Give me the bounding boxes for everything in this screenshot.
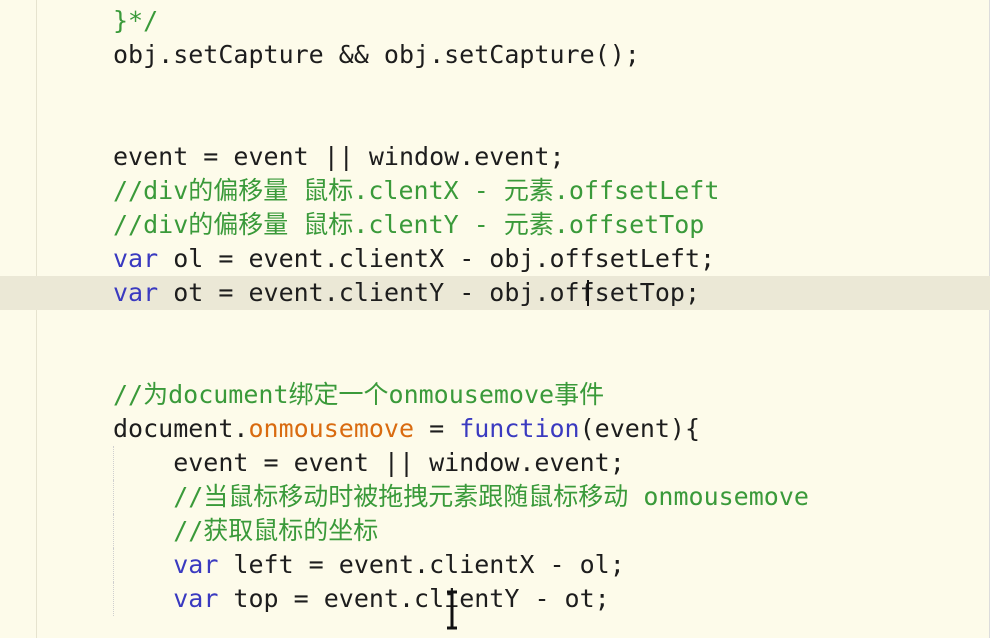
code-token: //为document绑定一个onmousemove事件 bbox=[113, 380, 605, 409]
code-line[interactable] bbox=[0, 106, 990, 140]
code-text: }*/ bbox=[113, 4, 158, 38]
code-token: left = event.clientX - ol; bbox=[218, 550, 625, 579]
code-line[interactable]: //为document绑定一个onmousemove事件 bbox=[0, 378, 990, 412]
code-token: document. bbox=[113, 414, 249, 443]
code-text: //div的偏移量 鼠标.clentX - 元素.offsetLeft bbox=[113, 174, 719, 208]
code-token: function bbox=[459, 414, 580, 443]
code-token: event = event || window.event; bbox=[113, 448, 625, 477]
code-token: onmousemove bbox=[248, 414, 415, 443]
code-token: var bbox=[173, 550, 219, 579]
code-line[interactable]: event = event || window.event; bbox=[0, 140, 990, 174]
text-caret bbox=[587, 280, 589, 306]
code-line[interactable] bbox=[0, 310, 990, 344]
code-text: var ol = event.clientX - obj.offsetLeft; bbox=[113, 242, 715, 276]
code-text: var left = event.clientX - ol; bbox=[113, 548, 625, 582]
code-text: event = event || window.event; bbox=[113, 140, 565, 174]
code-text: //获取鼠标的坐标 bbox=[113, 514, 378, 548]
code-text: var top = event.clientY - ot; bbox=[113, 582, 610, 616]
code-token: var bbox=[113, 278, 159, 307]
code-line[interactable]: //获取鼠标的坐标 bbox=[0, 514, 990, 548]
code-token: event = event || window.event; bbox=[113, 142, 565, 171]
code-line[interactable]: //div的偏移量 鼠标.clentY - 元素.offsetTop bbox=[0, 208, 990, 242]
code-token: }*/ bbox=[113, 6, 159, 35]
code-line[interactable]: }*/ bbox=[0, 4, 990, 38]
code-line[interactable]: var ot = event.clientY - obj.offsetTop; bbox=[0, 276, 990, 310]
code-text: var ot = event.clientY - obj.offsetTop; bbox=[113, 276, 700, 310]
code-token: ol = bbox=[158, 244, 249, 273]
ibeam-cursor-icon bbox=[447, 590, 457, 630]
code-token: //div的偏移量 鼠标.clentY - 元素.offsetTop bbox=[113, 210, 705, 239]
code-token: //获取鼠标的坐标 bbox=[113, 516, 379, 545]
code-token: //div的偏移量 鼠标.clentX - 元素.offsetLeft bbox=[113, 176, 720, 205]
code-token: .clientY - obj.offsetTop; bbox=[323, 278, 701, 307]
code-token: event bbox=[248, 244, 324, 273]
code-token: ot = bbox=[158, 278, 249, 307]
code-token: //当鼠标移动时被拖拽元素跟随鼠标移动 onmousemove bbox=[113, 482, 809, 511]
code-token: obj.setCapture && obj.setCapture(); bbox=[113, 40, 640, 69]
code-line[interactable]: document.onmousemove = function(event){ bbox=[0, 412, 990, 446]
code-editor[interactable]: }*/ obj.setCapture && obj.setCapture(); ev… bbox=[0, 0, 990, 638]
code-token: var bbox=[113, 244, 159, 273]
code-line[interactable]: var ol = event.clientX - obj.offsetLeft; bbox=[0, 242, 990, 276]
code-token: var bbox=[173, 584, 219, 613]
code-line[interactable]: //当鼠标移动时被拖拽元素跟随鼠标移动 onmousemove bbox=[0, 480, 990, 514]
code-text: document.onmousemove = function(event){ bbox=[113, 412, 700, 446]
code-line[interactable]: obj.setCapture && obj.setCapture(); bbox=[0, 38, 990, 72]
code-line[interactable]: //div的偏移量 鼠标.clentX - 元素.offsetLeft bbox=[0, 174, 990, 208]
code-token: event bbox=[248, 278, 324, 307]
code-line[interactable]: var left = event.clientX - ol; bbox=[0, 548, 990, 582]
code-text: //为document绑定一个onmousemove事件 bbox=[113, 378, 604, 412]
code-token: = bbox=[414, 414, 460, 443]
code-line[interactable]: var top = event.clientY - ot; bbox=[0, 582, 990, 616]
code-line[interactable]: event = event || window.event; bbox=[0, 446, 990, 480]
code-text: //div的偏移量 鼠标.clentY - 元素.offsetTop bbox=[113, 208, 704, 242]
code-token: .clientX - obj.offsetLeft; bbox=[323, 244, 716, 273]
code-line[interactable] bbox=[0, 344, 990, 378]
code-text: event = event || window.event; bbox=[113, 446, 625, 480]
code-token: top = event.clientY - ot; bbox=[218, 584, 610, 613]
code-text: //当鼠标移动时被拖拽元素跟随鼠标移动 onmousemove bbox=[113, 480, 809, 514]
code-token: (event){ bbox=[579, 414, 701, 443]
code-text: obj.setCapture && obj.setCapture(); bbox=[113, 38, 640, 72]
code-line[interactable] bbox=[0, 72, 990, 106]
